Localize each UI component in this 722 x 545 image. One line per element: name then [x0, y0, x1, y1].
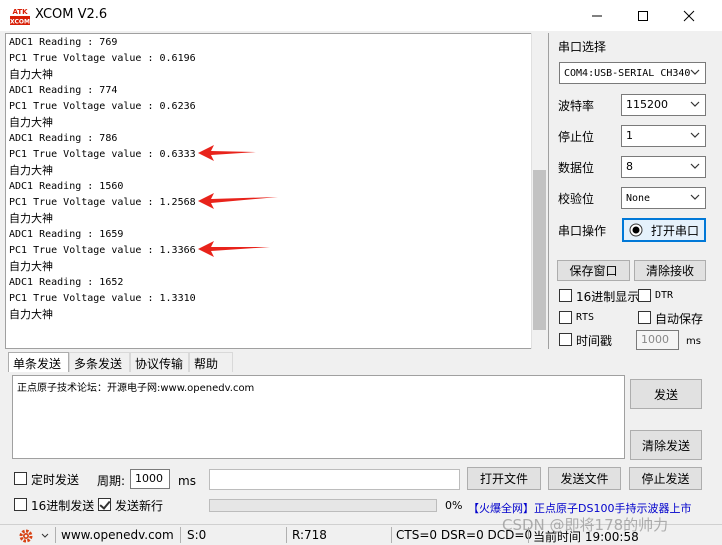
timestamp-label: 时间戳 [576, 334, 613, 348]
clear-send-button[interactable]: 清除发送 [630, 430, 702, 460]
receive-line: PC1 True Voltage value : 1.3366 [9, 245, 196, 256]
maximize-button[interactable] [620, 0, 666, 31]
timed-send-label: 定时发送 [31, 473, 80, 487]
chevron-down-icon [41, 533, 49, 538]
radio-indicator-icon [629, 223, 643, 237]
chevron-down-icon [690, 132, 700, 138]
close-button[interactable] [666, 0, 712, 31]
hex-send-label: 16进制发送 [31, 499, 95, 513]
baud-select[interactable]: 115200 [621, 94, 706, 116]
timestamp-checkbox[interactable] [559, 333, 572, 346]
chevron-down-icon [690, 101, 700, 107]
clear-receive-button[interactable]: 清除接收 [634, 260, 706, 281]
dtr-checkbox[interactable] [638, 289, 651, 302]
data-bits-select[interactable]: 8 [621, 156, 706, 178]
auto-save-label: 自动保存 [655, 312, 704, 326]
receive-line: ADC1 Reading : 1652 [9, 277, 124, 288]
chevron-down-icon [690, 194, 700, 200]
minimize-icon [592, 15, 602, 16]
progress-percent: 0% [445, 499, 463, 512]
parity-select[interactable]: None [621, 187, 706, 209]
period-input[interactable]: 1000 [130, 469, 170, 489]
send-newline-label: 发送新行 [115, 499, 164, 513]
chevron-down-icon [690, 69, 700, 75]
stop-send-button[interactable]: 停止发送 [629, 467, 702, 490]
receive-line: PC1 True Voltage value : 1.3310 [9, 293, 196, 304]
open-port-button[interactable]: 打开串口 [622, 218, 706, 242]
title-bar: ATK XCOM XCOM V2.6 [0, 0, 722, 31]
receive-line: 自力大神 [9, 164, 53, 177]
hex-send-checkbox[interactable] [14, 498, 27, 511]
receive-line: PC1 True Voltage value : 0.6333 [9, 149, 196, 160]
stop-bits-label: 停止位 [558, 130, 595, 144]
save-window-button[interactable]: 保存窗口 [557, 260, 630, 281]
receive-line: ADC1 Reading : 774 [9, 85, 118, 96]
tab-protocol[interactable]: 协议传输 [130, 352, 189, 372]
svg-text:XCOM: XCOM [10, 19, 30, 26]
receive-line: PC1 True Voltage value : 0.6196 [9, 53, 196, 64]
rts-label: RTS [576, 312, 595, 323]
rts-checkbox[interactable] [559, 311, 572, 324]
timed-send-checkbox[interactable] [14, 472, 27, 485]
send-file-button[interactable]: 发送文件 [548, 467, 621, 490]
tab-multi-send[interactable]: 多条发送 [69, 352, 130, 372]
status-received-count: R:718 [292, 528, 327, 542]
status-sent-count: S:0 [187, 528, 207, 542]
receive-scrollbar-thumb[interactable] [533, 170, 546, 330]
receive-line: 自力大神 [9, 260, 53, 273]
receive-line: ADC1 Reading : 1659 [9, 229, 124, 240]
receive-line: PC1 True Voltage value : 0.6236 [9, 101, 196, 112]
file-path-field[interactable] [209, 469, 460, 490]
open-file-button[interactable]: 打开文件 [467, 467, 541, 490]
receive-line: ADC1 Reading : 769 [9, 37, 118, 48]
timestamp-ms-label: ms [686, 336, 701, 347]
chevron-down-icon [690, 163, 700, 169]
send-newline-checkbox[interactable] [98, 498, 111, 511]
send-button[interactable]: 发送 [630, 379, 702, 409]
receive-line: 自力大神 [9, 308, 53, 321]
data-bits-label: 数据位 [558, 161, 595, 175]
receive-line: 自力大神 [9, 68, 53, 81]
watermark: CSDN @即将178的帅力 [502, 516, 669, 534]
timestamp-interval-input[interactable]: 1000 [636, 330, 679, 350]
svg-text:ATK: ATK [12, 8, 28, 16]
hex-display-label: 16进制显示 [576, 290, 640, 304]
auto-save-checkbox[interactable] [638, 311, 651, 324]
port-select-label: 串口选择 [558, 40, 607, 54]
arrow-annotation-icon [198, 193, 278, 209]
receive-line: 自力大神 [9, 212, 53, 225]
arrow-annotation-icon [198, 145, 256, 161]
port-select[interactable]: COM4:USB-SERIAL CH340 [559, 62, 706, 84]
status-url[interactable]: www.openedv.com [61, 528, 174, 542]
receive-line: ADC1 Reading : 1560 [9, 181, 124, 192]
minimize-button[interactable] [574, 0, 620, 31]
parity-label: 校验位 [558, 192, 595, 206]
baud-label: 波特率 [558, 99, 595, 113]
maximize-icon [638, 10, 648, 21]
window-title: XCOM V2.6 [35, 7, 108, 22]
receive-line: ADC1 Reading : 786 [9, 133, 118, 144]
send-progress-bar [209, 499, 437, 512]
dtr-label: DTR [655, 290, 674, 301]
port-operation-label: 串口操作 [558, 224, 607, 238]
receive-line: PC1 True Voltage value : 1.2568 [9, 197, 196, 208]
close-icon [683, 10, 695, 21]
period-label: 周期: [97, 474, 126, 488]
tab-single-send[interactable]: 单条发送 [8, 352, 69, 372]
period-ms-label: ms [178, 474, 196, 488]
arrow-annotation-icon [198, 241, 270, 257]
receive-line: 自力大神 [9, 116, 53, 129]
send-input[interactable]: 正点原子技术论坛：开源电子网:www.openedv.com [12, 375, 625, 459]
stop-bits-select[interactable]: 1 [621, 125, 706, 147]
hex-display-checkbox[interactable] [559, 289, 572, 302]
app-logo-icon: ATK XCOM [9, 6, 31, 26]
gear-icon[interactable] [18, 528, 34, 544]
tab-help[interactable]: 帮助 [189, 352, 233, 372]
